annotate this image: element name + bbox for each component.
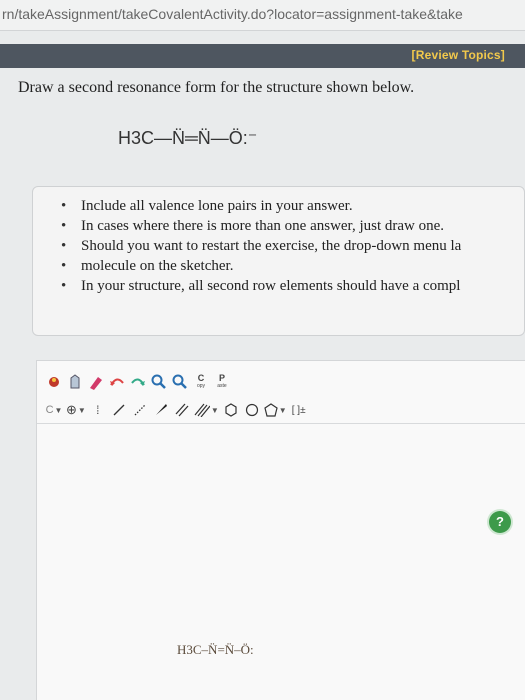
given-structure: H3C—N̈═N̈—Ö:⁻	[118, 128, 257, 149]
bracket-label: [ ]±	[291, 404, 306, 416]
zoom-in-icon[interactable]	[150, 372, 168, 392]
url-text: rn/takeAssignment/takeCovalentActivity.d…	[2, 6, 463, 22]
sketcher-toolbar-bottom: C ▼ ⊕ ▼ ⁞ ▼ ▼ []±	[45, 399, 311, 421]
paste-label: P	[218, 373, 225, 383]
element-label: C	[45, 404, 54, 416]
paste-sublabel: aste	[217, 383, 227, 389]
lone-pair-icon[interactable]: ⁞	[89, 400, 107, 420]
help-button[interactable]: ?	[489, 511, 511, 533]
instruction-item-continued: molecule on the sketcher.	[33, 257, 524, 275]
undo-icon[interactable]	[108, 372, 126, 392]
pan-hand-icon[interactable]	[45, 372, 63, 392]
chevron-down-icon: ▼	[54, 405, 63, 415]
address-bar[interactable]: rn/takeAssignment/takeCovalentActivity.d…	[0, 0, 525, 31]
single-bond-icon[interactable]	[110, 400, 128, 420]
chevron-down-icon: ▼	[77, 405, 86, 415]
wedge-bond-icon[interactable]	[152, 400, 170, 420]
copy-button[interactable]: C opy	[192, 372, 210, 392]
ring-hexagon-icon[interactable]	[222, 400, 240, 420]
eraser-icon[interactable]	[87, 372, 105, 392]
charge-selector[interactable]: ⊕ ▼	[66, 400, 86, 420]
copy-label: C	[197, 373, 205, 383]
instruction-item: In your structure, all second row elemen…	[33, 277, 524, 295]
instruction-item: In cases where there is more than one an…	[33, 217, 524, 235]
question-prompt: Draw a second resonance form for the str…	[18, 79, 415, 96]
instruction-item: Should you want to restart the exercise,…	[33, 237, 524, 255]
instruction-item: Include all valence lone pairs in your a…	[33, 197, 524, 215]
dashed-bond-icon[interactable]	[131, 400, 149, 420]
copy-sublabel: opy	[196, 383, 206, 389]
chevron-down-icon: ▼	[278, 405, 287, 415]
redo-icon[interactable]	[129, 372, 147, 392]
chevron-down-icon: ▼	[210, 405, 219, 415]
drawing-canvas[interactable]: ? H3C–N̈=N̈–Ö:	[37, 423, 525, 700]
ring-pentagon-icon[interactable]: ▼	[264, 400, 287, 420]
bracket-charge-button[interactable]: [ ]±	[290, 400, 308, 420]
assignment-header: [Review Topics]	[0, 44, 525, 68]
charge-icon: ⊕	[66, 402, 77, 417]
double-bond-icon[interactable]	[173, 400, 191, 420]
review-topics-link[interactable]: [Review Topics]	[412, 48, 505, 62]
molecule-sketcher: C opy P aste C ▼ ⊕ ▼ ⁞ ▼ ▼ []± ? H3C–N̈…	[36, 360, 525, 700]
structure-formula: H3C—N̈═N̈—Ö:⁻	[118, 128, 258, 148]
canvas-molecule[interactable]: H3C–N̈=N̈–Ö:	[177, 642, 254, 658]
ring-circle-icon[interactable]	[243, 400, 261, 420]
instructions-box: Include all valence lone pairs in your a…	[32, 186, 525, 336]
triple-bond-icon[interactable]: ▼	[194, 400, 219, 420]
paste-button[interactable]: P aste	[213, 372, 231, 392]
zoom-out-icon[interactable]	[171, 372, 189, 392]
sketcher-toolbar-top: C opy P aste	[45, 371, 234, 393]
element-selector[interactable]: C ▼	[45, 400, 63, 420]
lasso-select-icon[interactable]	[66, 372, 84, 392]
